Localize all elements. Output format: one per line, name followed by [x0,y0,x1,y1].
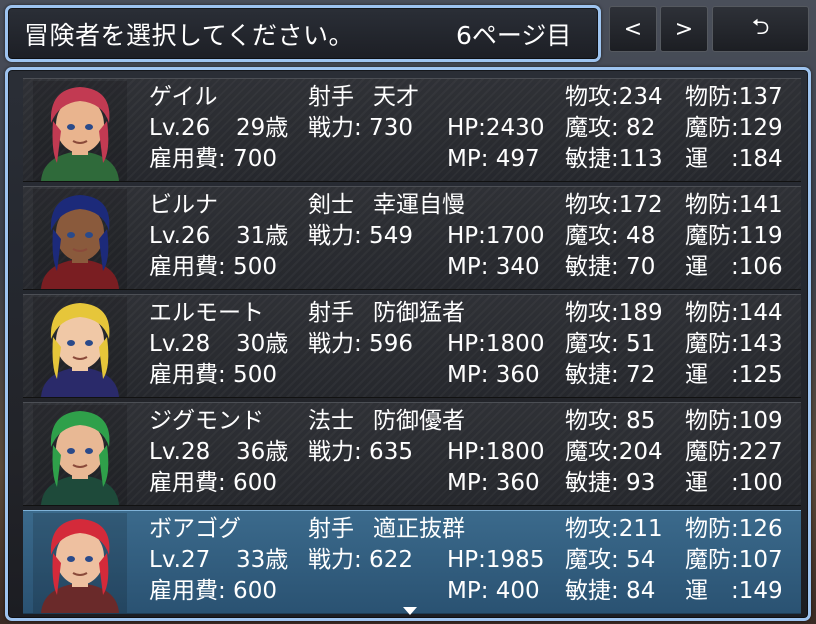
portrait-image [33,81,127,181]
adventurer-row[interactable]: ボアゴグ 射手 適正抜群 物攻:211 物防:126 Lv.27 33歳 戦力: 622 HP:… [23,510,801,614]
portrait-image [33,189,127,289]
adventurer-hp: HP:1800 [447,439,545,465]
adventurer-fee: 雇用費: 700 [149,146,277,172]
adventurer-level: Lv.28 [149,439,211,465]
adventurer-power: 戦力: 549 [308,223,413,249]
adventurer-name: ボアゴグ [149,516,241,542]
adventurer-trait: 防御猛者 [373,300,465,326]
scroll-down-icon[interactable] [403,607,417,615]
adventurer-trait: 防御優者 [373,408,465,434]
adventurer-hp: HP:1800 [447,331,545,357]
adventurer-mdef: 魔防:107 [685,547,783,573]
adventurer-row[interactable]: ゲイル 射手 天才 物攻:234 物防:137 Lv.26 29歳 戦力: 730 HP:243… [23,78,801,182]
adventurer-atk: 物攻:234 [565,84,663,110]
portrait-image [33,297,127,397]
adventurer-list: ゲイル 射手 天才 物攻:234 物防:137 Lv.26 29歳 戦力: 730 HP:243… [5,67,811,621]
next-page-button[interactable]: > [660,6,708,52]
adventurer-luck: 運 :106 [685,254,783,280]
adventurer-name: エルモート [149,300,264,326]
adventurer-name: ビルナ [149,192,218,218]
adventurer-level: Lv.27 [149,547,211,573]
adventurer-fee: 雇用費: 500 [149,254,277,280]
adventurer-age: 31歳 [236,223,289,249]
page-indicator: 6ページ目 [456,21,572,50]
adventurer-atk: 物攻:211 [565,516,663,542]
adventurer-def: 物防:109 [685,408,783,434]
adventurer-row[interactable]: エルモート 射手 防御猛者 物攻:189 物防:144 Lv.28 30歳 戦力: 596 HP… [23,294,801,398]
adventurer-row[interactable]: ジグモンド 法士 防御優者 物攻: 85 物防:109 Lv.28 36歳 戦力: 635 HP… [23,402,801,506]
adventurer-level: Lv.26 [149,223,211,249]
adventurer-cls: 射手 [308,84,354,110]
adventurer-cls: 射手 [308,300,354,326]
adventurer-matk: 魔攻: 48 [565,223,656,249]
adventurer-hp: HP:1700 [447,223,545,249]
adventurer-fee: 雇用費: 600 [149,470,277,496]
adventurer-age: 30歳 [236,331,289,357]
prev-page-button[interactable]: < [609,6,657,52]
adventurer-luck: 運 :100 [685,470,783,496]
portrait-image [33,513,127,613]
adventurer-agi: 敏捷:113 [565,146,663,172]
adventurer-def: 物防:144 [685,300,783,326]
back-button[interactable]: ⮌ [712,6,809,52]
adventurer-luck: 運 :149 [685,578,783,604]
adventurer-atk: 物攻:172 [565,192,663,218]
adventurer-atk: 物攻: 85 [565,408,656,434]
adventurer-mdef: 魔防:227 [685,439,783,465]
adventurer-luck: 運 :184 [685,146,783,172]
adventurer-power: 戦力: 596 [308,331,413,357]
adventurer-mp: MP: 497 [447,146,540,172]
adventurer-def: 物防:137 [685,84,783,110]
adventurer-name: ジグモンド [149,408,264,434]
adventurer-name: ゲイル [149,84,218,110]
adventurer-agi: 敏捷: 72 [565,362,656,388]
chevron-right-icon: > [674,16,694,42]
adventurer-matk: 魔攻: 82 [565,115,656,141]
adventurer-trait: 天才 [373,84,419,110]
adventurer-mp: MP: 360 [447,362,540,388]
adventurer-matk: 魔攻: 54 [565,547,656,573]
adventurer-trait: 幸運自慢 [373,192,465,218]
adventurer-age: 36歳 [236,439,289,465]
adventurer-cls: 法士 [308,408,354,434]
chevron-left-icon: < [623,16,643,42]
adventurer-agi: 敏捷: 70 [565,254,656,280]
adventurer-luck: 運 :125 [685,362,783,388]
return-arrow-icon: ⮌ [751,15,770,40]
adventurer-hp: HP:2430 [447,115,545,141]
adventurer-mp: MP: 400 [447,578,540,604]
adventurer-mdef: 魔防:143 [685,331,783,357]
adventurer-cls: 剣士 [308,192,354,218]
adventurer-power: 戦力: 622 [308,547,413,573]
adventurer-age: 33歳 [236,547,289,573]
adventurer-hp: HP:1985 [447,547,545,573]
adventurer-level: Lv.28 [149,331,211,357]
adventurer-atk: 物攻:189 [565,300,663,326]
adventurer-level: Lv.26 [149,115,211,141]
adventurer-mp: MP: 340 [447,254,540,280]
adventurer-agi: 敏捷: 93 [565,470,656,496]
adventurer-mp: MP: 360 [447,470,540,496]
adventurer-mdef: 魔防:129 [685,115,783,141]
adventurer-matk: 魔攻:204 [565,439,663,465]
adventurer-def: 物防:126 [685,516,783,542]
prompt-window: 冒険者を選択してください。 6ページ目 [5,5,601,62]
adventurer-age: 29歳 [236,115,289,141]
adventurer-power: 戦力: 635 [308,439,413,465]
adventurer-cls: 射手 [308,516,354,542]
adventurer-mdef: 魔防:119 [685,223,783,249]
adventurer-trait: 適正抜群 [373,516,465,542]
prompt-text: 冒険者を選択してください。 [24,21,355,50]
adventurer-fee: 雇用費: 600 [149,578,277,604]
adventurer-power: 戦力: 730 [308,115,413,141]
portrait-image [33,405,127,505]
adventurer-fee: 雇用費: 500 [149,362,277,388]
adventurer-row[interactable]: ビルナ 剣士 幸運自慢 物攻:172 物防:141 Lv.26 31歳 戦力: 549 HP:1… [23,186,801,290]
adventurer-matk: 魔攻: 51 [565,331,656,357]
adventurer-agi: 敏捷: 84 [565,578,656,604]
adventurer-def: 物防:141 [685,192,783,218]
